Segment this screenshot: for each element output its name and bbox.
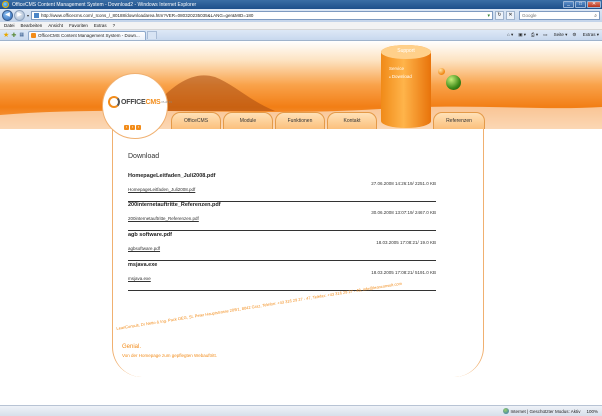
- command-bar: ⌂ ▾ ▣ ▾ ⎙ ▾ ▭ Seite ▾ ⚙ Extras ▾: [502, 32, 599, 38]
- menu-favoriten[interactable]: Favoriten: [69, 23, 88, 28]
- back-button[interactable]: ◀: [2, 10, 13, 21]
- decorative-orange-ball: [438, 68, 445, 75]
- page-title: Download: [128, 153, 160, 160]
- print-icon[interactable]: ⎙ ▾: [531, 32, 538, 38]
- search-box[interactable]: ⌕: [519, 11, 600, 20]
- nav-funktionen[interactable]: Funktionen: [275, 112, 325, 129]
- logo-sub-text: PLATIN: [161, 100, 172, 104]
- download-item: agb software.pdf agbsoftware.pdf 18.03.2…: [128, 232, 436, 261]
- window-titlebar: OfficeCMS Content Management System - Do…: [0, 0, 602, 9]
- nav-officecms[interactable]: OfficeCMS: [171, 112, 221, 129]
- forward-button[interactable]: ▶: [14, 10, 25, 21]
- refresh-button[interactable]: ↻: [495, 11, 505, 20]
- zoom-level[interactable]: 100%: [586, 409, 598, 414]
- maximize-button[interactable]: □: [575, 1, 586, 8]
- download-meta: 30.06.2008 13:07:19/ 2467.0 KB: [371, 210, 436, 215]
- go-icon[interactable]: ▾: [488, 13, 491, 19]
- nav-kontakt[interactable]: Kontakt: [327, 112, 377, 129]
- address-bar: ◀ ▶ ▾ http://www.officecms.com/_Icons_/_…: [0, 9, 602, 22]
- download-link[interactable]: 200internetauftritte_Referenzen.pdf: [128, 216, 199, 221]
- minimize-button[interactable]: _: [563, 1, 574, 8]
- history-dropdown-icon[interactable]: ▾: [27, 13, 29, 18]
- page-icon: [34, 13, 40, 18]
- download-name: msjava.exe: [128, 262, 158, 268]
- search-icon[interactable]: ⌕: [594, 13, 597, 19]
- logo-accent-text: CMS: [145, 98, 161, 106]
- menu-extras[interactable]: Extras: [94, 23, 107, 28]
- url-field[interactable]: http://www.officecms.com/_Icons_/_80188/…: [31, 11, 494, 20]
- add-favorite-icon[interactable]: ✚: [11, 32, 16, 39]
- download-link[interactable]: agbsoftware.pdf: [128, 246, 160, 251]
- tab-officecms[interactable]: OfficeCMS Content Management System - Do…: [28, 30, 147, 40]
- download-link[interactable]: HomepageLeitfaden_Juli2008.pdf: [128, 187, 195, 192]
- new-tab-button[interactable]: [147, 31, 158, 39]
- download-meta: 27.06.2008 14:26:19/ 2251.0 KB: [371, 181, 436, 186]
- extras-menu[interactable]: ⚙ Extras ▾: [572, 32, 599, 38]
- home-icon[interactable]: ⌂ ▾: [507, 32, 513, 38]
- window-title: OfficeCMS Content Management System - Do…: [12, 1, 197, 8]
- download-name: HomepageLeitfaden_Juli2008.pdf: [128, 173, 216, 179]
- stop-button[interactable]: ✕: [506, 11, 516, 20]
- menu-bar: Datei Bearbeiten Ansicht Favoriten Extra…: [0, 22, 602, 30]
- page-menu-label: Seite: [553, 32, 564, 37]
- ie-logo-icon: [2, 1, 9, 8]
- nav-module[interactable]: Module: [223, 112, 273, 129]
- officecms-logo[interactable]: OFFICECMS PLATIN: [108, 96, 172, 108]
- menu-help[interactable]: ?: [113, 23, 116, 28]
- nav-referenzen[interactable]: Referenzen: [433, 112, 485, 129]
- slogan-subtitle: Von der Homepage zum gepflegten Webauftr…: [122, 353, 217, 358]
- status-bar: Internet | Geschützter Modus: Aktiv 100%: [0, 405, 602, 416]
- download-name: agb software.pdf: [128, 232, 173, 238]
- zone-text: Internet | Geschützter Modus: Aktiv: [510, 408, 581, 414]
- download-item: HomepageLeitfaden_Juli2008.pdf HomepageL…: [128, 173, 436, 202]
- slogan-title: Genial.: [122, 344, 142, 350]
- logo-main-text: OFFICE: [121, 98, 146, 106]
- logo-mark-icon: [108, 96, 120, 108]
- menu-datei[interactable]: Datei: [4, 23, 15, 28]
- close-button[interactable]: ✕: [587, 1, 601, 8]
- decorative-green-ball: [446, 75, 461, 90]
- support-cylinder: Support Service Download: [381, 45, 431, 128]
- web-page: OFFICECMS PLATIN Support Service Downloa…: [0, 41, 602, 405]
- security-zone[interactable]: Internet | Geschützter Modus: Aktiv: [502, 408, 581, 414]
- extras-menu-label: Extras: [582, 32, 596, 37]
- download-link[interactable]: msjava.exe: [128, 276, 151, 281]
- download-name: 200internetauftritte_Referenzen.pdf: [128, 202, 221, 208]
- support-label: Support: [397, 48, 415, 54]
- support-item-service[interactable]: Service: [389, 66, 404, 71]
- site-favicon-icon: [31, 33, 37, 38]
- internet-globe-icon: [502, 408, 509, 414]
- menu-ansicht[interactable]: Ansicht: [48, 23, 63, 28]
- tab-bar: ★ ✚ ▦ OfficeCMS Content Management Syste…: [0, 30, 602, 41]
- download-item: 200internetauftritte_Referenzen.pdf 200i…: [128, 202, 436, 231]
- support-item-download[interactable]: Download: [389, 74, 412, 79]
- menu-bearbeiten[interactable]: Bearbeiten: [21, 23, 43, 28]
- tab-label: OfficeCMS Content Management System - Do…: [38, 33, 140, 38]
- search-input[interactable]: [522, 13, 595, 18]
- download-meta: 18.03.2005 17:08:21/ 19.0 KB: [376, 240, 436, 245]
- quick-tabs-icon[interactable]: ▦: [19, 32, 24, 38]
- url-text[interactable]: http://www.officecms.com/_Icons_/_80188/…: [41, 13, 485, 18]
- download-meta: 18.03.2005 17:08:21/ 5191.0 KB: [371, 270, 436, 275]
- page-menu[interactable]: ▭ Seite ▾: [543, 32, 567, 38]
- feeds-icon[interactable]: ▣ ▾: [518, 32, 526, 38]
- favorites-star-icon[interactable]: ★: [3, 31, 9, 39]
